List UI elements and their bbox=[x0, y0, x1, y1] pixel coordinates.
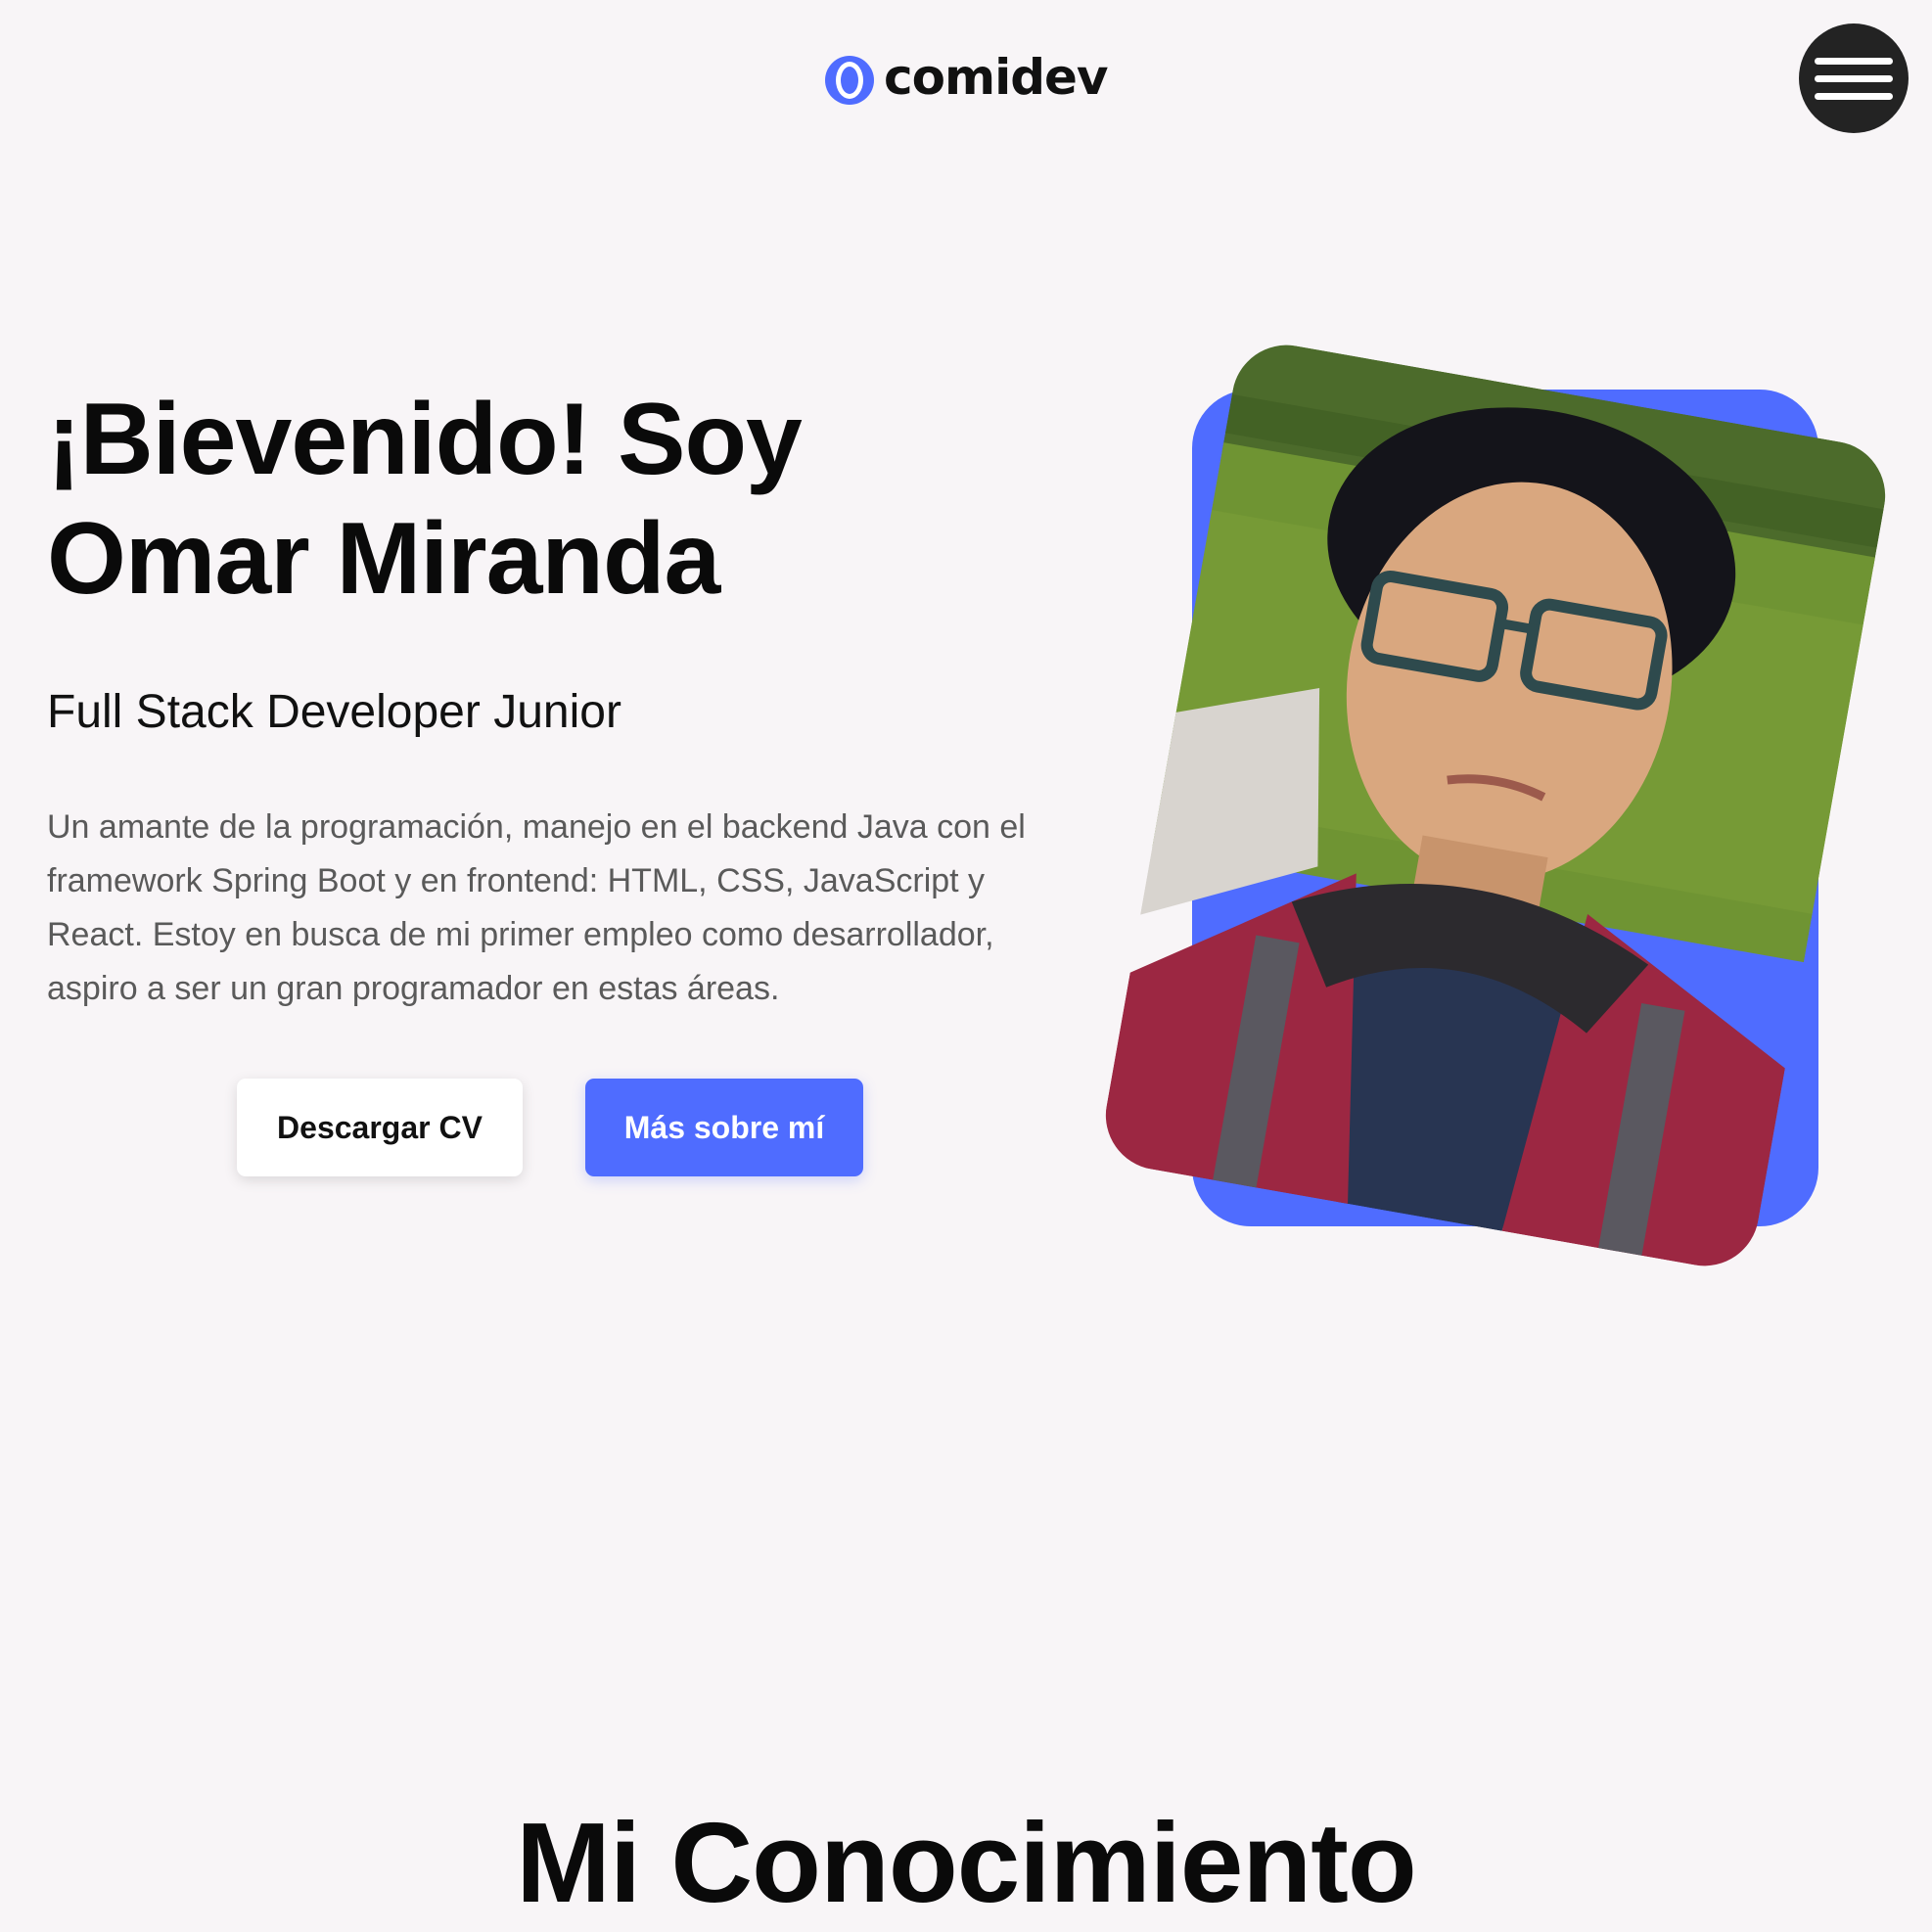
menu-bar bbox=[1815, 74, 1893, 82]
hero-title: ¡Bievenido! Soy Omar Miranda bbox=[47, 383, 803, 616]
logo-mark-icon bbox=[825, 56, 874, 105]
hamburger-menu-button[interactable] bbox=[1799, 23, 1909, 133]
site-logo[interactable]: comidev bbox=[825, 45, 1109, 110]
knowledge-section-title: Mi Conocimiento bbox=[516, 1799, 1416, 1926]
menu-bar bbox=[1815, 57, 1893, 65]
download-cv-button[interactable]: Descargar CV bbox=[237, 1079, 523, 1176]
hero-description: Un amante de la programación, manejo en … bbox=[47, 808, 1026, 1007]
more-about-me-button[interactable]: Más sobre mí bbox=[585, 1079, 863, 1176]
hero-subtitle: Full Stack Developer Junior bbox=[47, 686, 621, 738]
menu-bar bbox=[1815, 92, 1893, 100]
logo-text: comidev bbox=[884, 49, 1109, 106]
